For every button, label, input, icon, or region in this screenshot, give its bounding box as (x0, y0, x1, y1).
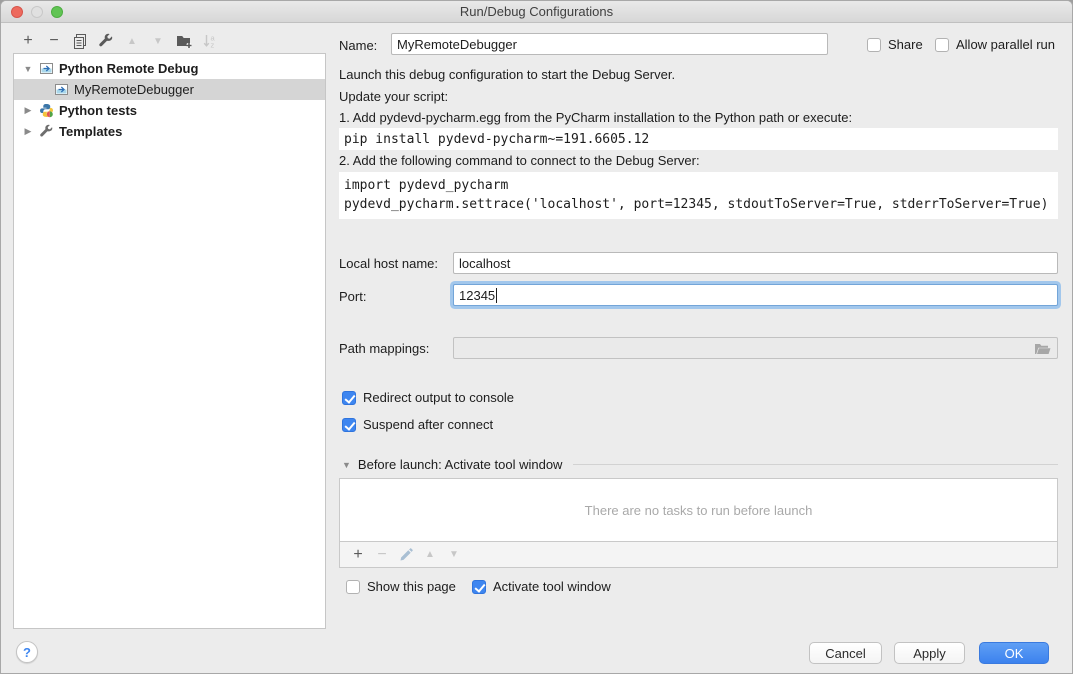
local-host-name-input[interactable] (453, 252, 1058, 274)
tree-item-myremotedebugger[interactable]: MyRemoteDebugger (14, 79, 325, 100)
move-task-up-icon: ▲ (418, 543, 442, 567)
allow-parallel-run-checkbox-box[interactable] (935, 38, 949, 52)
tree-item-python-tests[interactable]: ▶ Python tests (14, 100, 325, 121)
chevron-right-icon[interactable]: ▶ (22, 105, 34, 116)
tree-item-templates[interactable]: ▶ Templates (14, 121, 325, 142)
section-divider (573, 464, 1058, 465)
run-debug-configurations-dialog: Run/Debug Configurations + − ▲ ▼ az ▼ Py… (0, 0, 1073, 674)
port-label: Port: (339, 289, 366, 304)
sort-configurations-icon: az (197, 30, 223, 52)
tree-item-label: Python tests (59, 103, 137, 118)
text-caret (496, 288, 497, 303)
suspend-after-connect-checkbox[interactable]: Suspend after connect (342, 417, 493, 432)
name-label: Name: (339, 38, 377, 53)
tree-item-label: MyRemoteDebugger (74, 82, 194, 97)
move-down-icon: ▼ (145, 30, 171, 52)
share-label: Share (888, 37, 923, 52)
edit-defaults-wrench-icon[interactable] (93, 30, 119, 52)
add-task-icon[interactable]: + (346, 543, 370, 567)
activate-tool-window-label: Activate tool window (493, 579, 611, 594)
run-config-icon (39, 62, 54, 75)
before-launch-header[interactable]: ▼ Before launch: Activate tool window (342, 457, 1058, 472)
tree-item-python-remote-debug[interactable]: ▼ Python Remote Debug (14, 58, 325, 79)
step2-text: 2. Add the following command to connect … (339, 153, 700, 168)
move-task-down-icon: ▼ (442, 543, 466, 567)
minimize-window-button (31, 6, 43, 18)
chevron-right-icon[interactable]: ▶ (22, 126, 34, 137)
before-launch-title: Before launch: Activate tool window (358, 457, 563, 472)
run-config-icon (54, 83, 69, 96)
show-this-page-checkbox[interactable]: Show this page (346, 579, 456, 594)
share-checkbox-box[interactable] (867, 38, 881, 52)
zoom-window-button[interactable] (51, 6, 63, 18)
cancel-button[interactable]: Cancel (809, 642, 882, 664)
show-this-page-checkbox-box[interactable] (346, 580, 360, 594)
path-mappings-input[interactable] (453, 337, 1058, 359)
activate-tool-window-checkbox-box[interactable] (472, 580, 486, 594)
tree-item-label: Python Remote Debug (59, 61, 198, 76)
allow-parallel-run-checkbox[interactable]: Allow parallel run (935, 37, 1055, 52)
show-this-page-label: Show this page (367, 579, 456, 594)
edit-task-pencil-icon (394, 543, 418, 567)
remove-task-icon: − (370, 543, 394, 567)
local-host-name-label: Local host name: (339, 256, 438, 271)
suspend-after-connect-checkbox-box[interactable] (342, 418, 356, 432)
browse-folder-icon[interactable] (1034, 342, 1051, 359)
redirect-output-checkbox[interactable]: Redirect output to console (342, 390, 514, 405)
path-mappings-label: Path mappings: (339, 341, 429, 356)
name-input[interactable] (391, 33, 828, 55)
remove-configuration-icon[interactable]: − (41, 30, 67, 52)
redirect-output-label: Redirect output to console (363, 390, 514, 405)
step1-text: 1. Add pydevd-pycharm.egg from the PyCha… (339, 110, 852, 125)
svg-text:z: z (211, 41, 215, 50)
tree-item-label: Templates (59, 124, 122, 139)
settrace-code-block: import pydevd_pycharm pydevd_pycharm.set… (339, 172, 1058, 219)
configurations-tree: ▼ Python Remote Debug MyRemoteDebugger ▶… (13, 53, 326, 629)
code-line-2: pydevd_pycharm.settrace('localhost', por… (344, 197, 1048, 212)
new-folder-icon[interactable] (171, 30, 197, 52)
python-tests-icon (39, 103, 54, 118)
close-window-button[interactable] (11, 6, 23, 18)
pip-install-command: pip install pydevd-pycharm~=191.6605.12 (339, 128, 1058, 150)
code-line-1: import pydevd_pycharm (344, 178, 508, 193)
empty-task-list-text: There are no tasks to run before launch (585, 503, 813, 518)
configurations-toolbar: + − ▲ ▼ az (15, 30, 223, 52)
share-checkbox[interactable]: Share (867, 37, 923, 52)
collapse-section-icon[interactable]: ▼ (342, 460, 351, 470)
ok-button[interactable]: OK (979, 642, 1049, 664)
chevron-down-icon[interactable]: ▼ (22, 64, 34, 74)
title-bar: Run/Debug Configurations (1, 1, 1072, 23)
before-launch-task-list[interactable]: There are no tasks to run before launch (339, 478, 1058, 542)
update-script-text: Update your script: (339, 89, 448, 104)
port-input[interactable] (453, 284, 1058, 306)
window-title: Run/Debug Configurations (1, 1, 1072, 23)
suspend-after-connect-label: Suspend after connect (363, 417, 493, 432)
templates-wrench-icon (39, 124, 54, 139)
move-up-icon: ▲ (119, 30, 145, 52)
activate-tool-window-checkbox[interactable]: Activate tool window (472, 579, 611, 594)
before-launch-toolbar: + − ▲ ▼ (339, 542, 1058, 568)
help-button[interactable]: ? (16, 641, 38, 663)
add-configuration-icon[interactable]: + (15, 30, 41, 52)
apply-button[interactable]: Apply (894, 642, 965, 664)
copy-configuration-icon[interactable] (67, 30, 93, 52)
redirect-output-checkbox-box[interactable] (342, 391, 356, 405)
allow-parallel-run-label: Allow parallel run (956, 37, 1055, 52)
intro-text: Launch this debug configuration to start… (339, 67, 675, 82)
